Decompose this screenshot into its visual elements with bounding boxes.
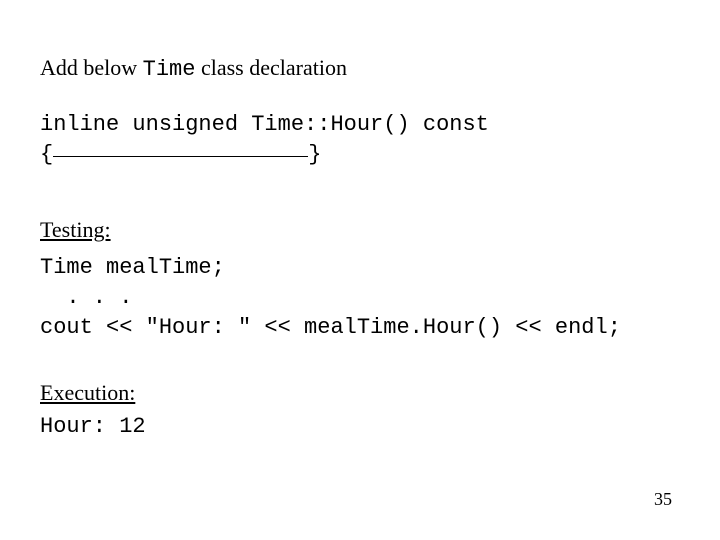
intro-code-word: Time	[143, 57, 196, 82]
brace-close: }	[308, 142, 321, 167]
page-number: 35	[654, 489, 672, 510]
code-block-declaration: inline unsigned Time::Hour() const {}	[40, 110, 680, 169]
testing-heading: Testing:	[40, 217, 680, 243]
intro-suffix: class declaration	[195, 55, 347, 80]
brace-open: {	[40, 142, 53, 167]
execution-heading: Execution:	[40, 380, 680, 406]
code-line-1: inline unsigned Time::Hour() const	[40, 110, 680, 140]
intro-prefix: Add below	[40, 55, 143, 80]
intro-line: Add below Time class declaration	[40, 55, 680, 82]
fill-in-blank	[53, 156, 308, 157]
code-line-2: {}	[40, 140, 680, 170]
execution-output: Hour: 12	[40, 414, 680, 439]
testing-code: Time mealTime; . . . cout << "Hour: " <<…	[40, 253, 680, 342]
